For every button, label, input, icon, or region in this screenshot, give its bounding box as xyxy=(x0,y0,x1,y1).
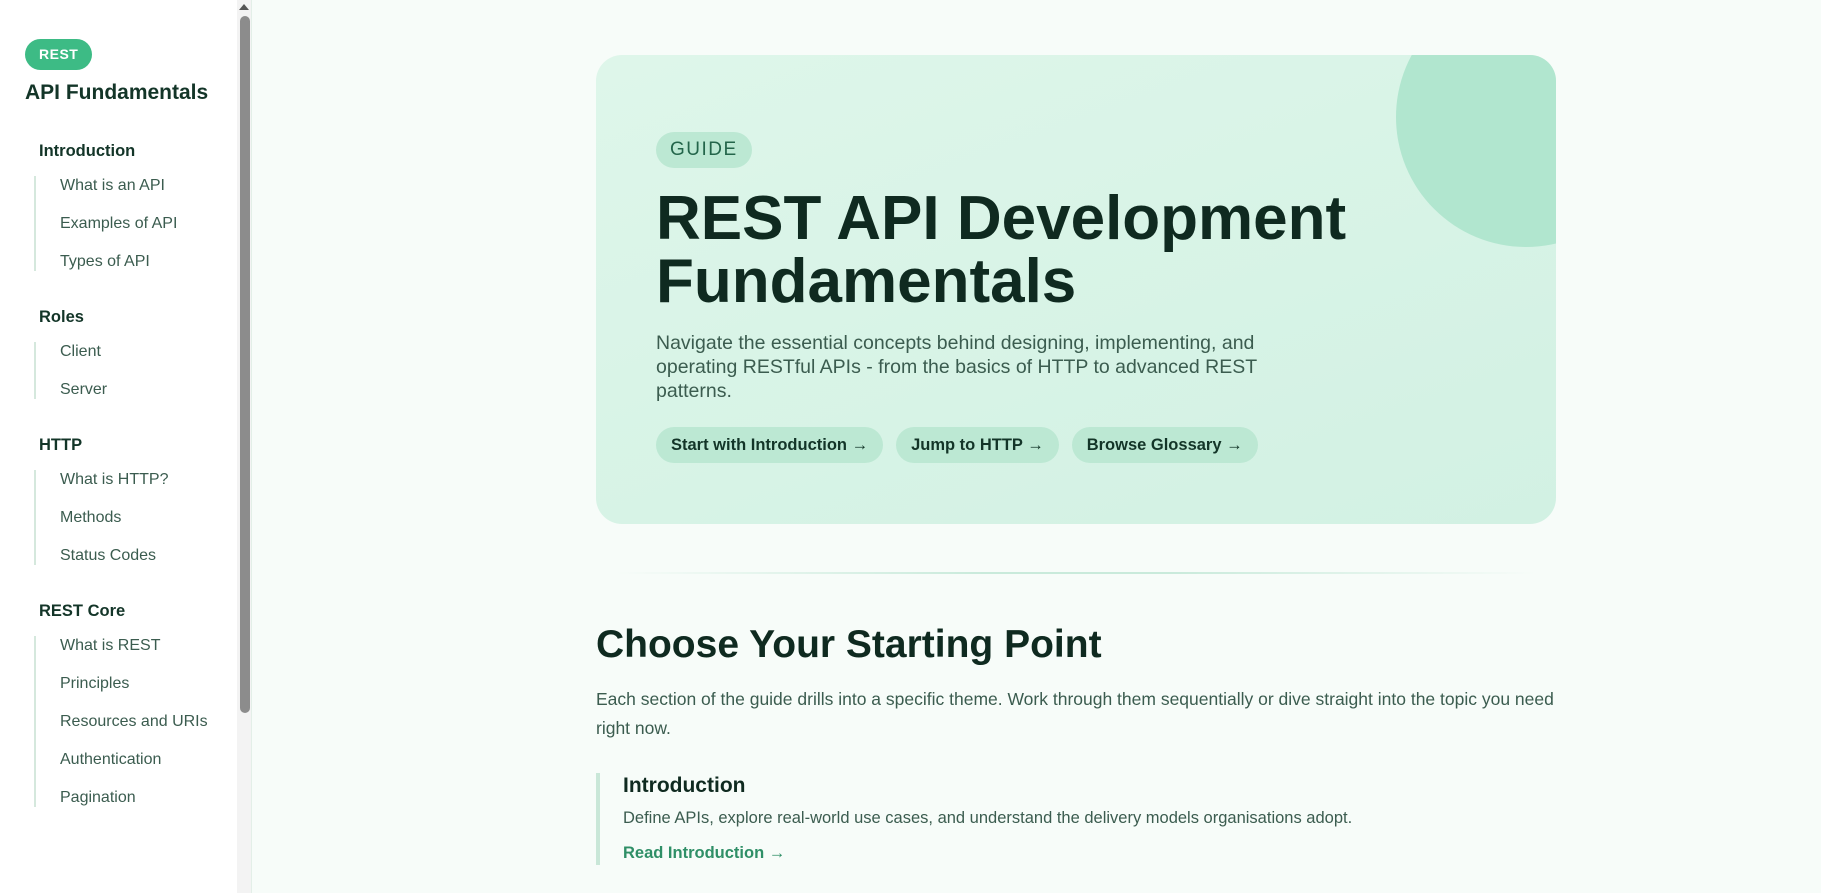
rest-badge: REST xyxy=(25,39,93,70)
card-description: Define APIs, explore real-world use case… xyxy=(623,809,1353,827)
page-title: REST API Development Fundamentals xyxy=(656,184,1347,316)
sidebar-scrollbar-thumb[interactable] xyxy=(240,16,250,713)
read-introduction-link[interactable]: Read Introduction → xyxy=(623,844,785,863)
browse-glossary-button[interactable]: Browse Glossary → xyxy=(1071,427,1258,463)
section-card-introduction: Introduction Define APIs, explore real-w… xyxy=(596,773,1556,865)
sidebar-title[interactable]: API Fundamentals xyxy=(25,81,251,105)
sidebar-item-what-is-http[interactable]: What is HTTP? xyxy=(60,470,210,489)
scroll-up-arrow-icon[interactable] xyxy=(239,4,249,10)
nav-group-roles: Roles Client Server xyxy=(25,307,251,399)
nav-group-introduction: Introduction What is an API Examples of … xyxy=(25,141,251,271)
sidebar-item-principles[interactable]: Principles xyxy=(60,674,210,693)
sidebar-item-examples-of-api[interactable]: Examples of API xyxy=(60,214,210,233)
sidebar-item-what-is-rest[interactable]: What is REST xyxy=(60,636,210,655)
sidebar-item-methods[interactable]: Methods xyxy=(60,508,210,527)
section-description: Each section of the guide drills into a … xyxy=(596,689,1554,738)
hero-panel: GUIDE REST API Development Fundamentals … xyxy=(596,55,1556,524)
sidebar-item-what-is-an-api[interactable]: What is an API xyxy=(60,176,210,195)
section-title: Choose Your Starting Point xyxy=(596,623,1102,666)
sidebar-item-server[interactable]: Server xyxy=(60,380,210,399)
start-introduction-button[interactable]: Start with Introduction → xyxy=(656,427,884,463)
nav-group-title-introduction[interactable]: Introduction xyxy=(39,141,251,161)
sidebar-item-status-codes[interactable]: Status Codes xyxy=(60,546,210,565)
main-content: GUIDE REST API Development Fundamentals … xyxy=(596,0,1556,893)
nav-group-http: HTTP What is HTTP? Methods Status Codes xyxy=(25,435,251,565)
nav-group-title-roles[interactable]: Roles xyxy=(39,307,251,327)
sidebar: REST API Fundamentals Introduction What … xyxy=(0,0,252,893)
sidebar-item-resources-and-uris[interactable]: Resources and URIs xyxy=(60,712,210,731)
hero-actions: Start with Introduction → Jump to HTTP →… xyxy=(656,427,1258,463)
nav-group-title-http[interactable]: HTTP xyxy=(39,435,251,455)
section-divider xyxy=(616,572,1536,574)
sidebar-item-client[interactable]: Client xyxy=(60,342,210,361)
sidebar-item-types-of-api[interactable]: Types of API xyxy=(60,252,210,271)
hero-decorative-circle xyxy=(1396,55,1556,247)
sidebar-item-pagination[interactable]: Pagination xyxy=(60,788,210,807)
nav-group-rest-core: REST Core What is REST Principles Resour… xyxy=(25,601,251,807)
hero-description: Navigate the essential concepts behind d… xyxy=(656,332,1257,402)
sidebar-item-authentication[interactable]: Authentication xyxy=(60,750,210,769)
card-title: Introduction xyxy=(623,774,746,797)
guide-badge: GUIDE xyxy=(656,132,752,168)
jump-to-http-button[interactable]: Jump to HTTP → xyxy=(896,427,1059,463)
nav-group-title-rest-core[interactable]: REST Core xyxy=(39,601,251,621)
